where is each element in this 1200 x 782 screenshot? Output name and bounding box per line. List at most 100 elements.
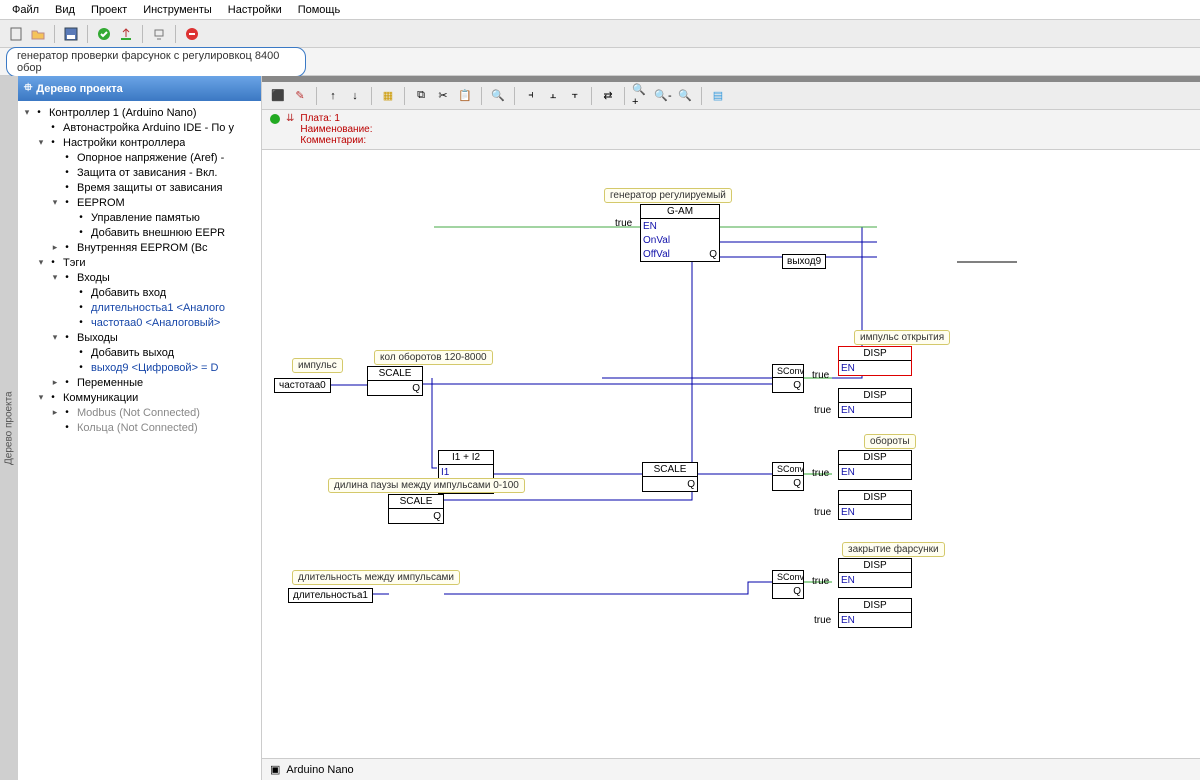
footer-tab[interactable]: Arduino Nano bbox=[286, 764, 353, 776]
tree-item[interactable]: ▾•Выходы bbox=[20, 330, 259, 345]
menu-settings[interactable]: Настройки bbox=[220, 4, 290, 16]
menu-help[interactable]: Помощь bbox=[290, 4, 349, 16]
search-canvas-icon[interactable]: 🔍 bbox=[488, 86, 508, 106]
arrow-down-icon[interactable]: ↓ bbox=[345, 86, 365, 106]
tree-item[interactable]: •Кольца (Not Connected) bbox=[20, 420, 259, 435]
canvas-toolbar: ⬛ ✎ ↑ ↓ ▦ ⧉ ✂ 📋 🔍 ⫞ ⫠ ⫟ ⇄ 🔍+ 🔍- 🔍 ▤ bbox=[262, 82, 1200, 110]
canvas-tool-2[interactable]: ✎ bbox=[290, 86, 310, 106]
note-rpm: кол оборотов 120-8000 bbox=[374, 350, 493, 365]
board-icon: ▣ bbox=[270, 763, 280, 776]
true-label: true bbox=[814, 615, 831, 626]
info-comment: Комментарии: bbox=[300, 135, 372, 146]
menu-tools[interactable]: Инструменты bbox=[135, 4, 220, 16]
grid-icon[interactable]: ▦ bbox=[378, 86, 398, 106]
check-icon[interactable] bbox=[94, 24, 114, 44]
canvas-tool-1[interactable]: ⬛ bbox=[268, 86, 288, 106]
tree-item[interactable]: •Время защиты от зависания bbox=[20, 180, 259, 195]
tree-title: Дерево проекта bbox=[36, 83, 123, 95]
block-gam[interactable]: G-AM EN OnVal OffValQ bbox=[640, 204, 720, 262]
canvas-tool-last[interactable]: ▤ bbox=[708, 86, 728, 106]
copy-icon[interactable]: ⧉ bbox=[411, 86, 431, 106]
block-sconv-3[interactable]: SConvQ bbox=[772, 570, 804, 599]
true-label: true bbox=[812, 576, 829, 587]
search-input[interactable]: генератор проверки фарсунок с регулировк… bbox=[6, 47, 306, 77]
true-label: true bbox=[812, 370, 829, 381]
menu-view[interactable]: Вид bbox=[47, 4, 83, 16]
block-disp-close-2[interactable]: DISPEN bbox=[838, 598, 912, 628]
menu-project[interactable]: Проект bbox=[83, 4, 135, 16]
note-rpm-out: обороты bbox=[864, 434, 916, 449]
info-plate: Плата: 1 bbox=[300, 113, 372, 124]
tree-item[interactable]: •Управление памятью bbox=[20, 210, 259, 225]
tree-item[interactable]: ▾•EEPROM bbox=[20, 195, 259, 210]
note-duration: длительность между импульсами bbox=[292, 570, 460, 585]
block-disp-rpm-2[interactable]: DISPEN bbox=[838, 490, 912, 520]
block-scale-1[interactable]: SCALE Q bbox=[367, 366, 423, 396]
upload-icon[interactable] bbox=[116, 24, 136, 44]
true-label: true bbox=[814, 507, 831, 518]
tree-item[interactable]: •Опорное напряжение (Aref) - bbox=[20, 150, 259, 165]
project-tree[interactable]: ▾•Контроллер 1 (Arduino Nano)•Автонастро… bbox=[18, 101, 261, 439]
paste-icon[interactable]: 📋 bbox=[455, 86, 475, 106]
diagram-canvas[interactable]: генератор регулируемый G-AM EN OnVal Off… bbox=[262, 150, 1200, 758]
tree-item[interactable]: ▾•Контроллер 1 (Arduino Nano) bbox=[20, 105, 259, 120]
menu-bar: Файл Вид Проект Инструменты Настройки По… bbox=[0, 0, 1200, 20]
block-scale-3[interactable]: SCALE Q bbox=[642, 462, 698, 492]
block-scale-2[interactable]: SCALE Q bbox=[388, 494, 444, 524]
project-tree-header: ⯐ Дерево проекта bbox=[18, 76, 261, 101]
block-disp-rpm-1[interactable]: DISPEN bbox=[838, 450, 912, 480]
zoom-fit-icon[interactable]: 🔍 bbox=[675, 86, 695, 106]
search-row: генератор проверки фарсунок с регулировк… bbox=[0, 48, 1200, 76]
cut-icon[interactable]: ✂ bbox=[433, 86, 453, 106]
true-label: true bbox=[615, 218, 632, 229]
sidebar-handle[interactable]: Дерево проекта bbox=[0, 76, 18, 780]
status-dot-icon bbox=[270, 114, 280, 124]
tree-item[interactable]: •Автонастройка Arduino IDE - По у bbox=[20, 120, 259, 135]
stop-icon[interactable] bbox=[182, 24, 202, 44]
tree-item[interactable]: •Добавить внешнюю EEPR bbox=[20, 225, 259, 240]
link-icon[interactable]: ⇄ bbox=[598, 86, 618, 106]
tree-item[interactable]: •Добавить вход bbox=[20, 285, 259, 300]
block-disp-close-1[interactable]: DISPEN bbox=[838, 558, 912, 588]
block-sconv-2[interactable]: SConvQ bbox=[772, 462, 804, 491]
block-disp-open-1[interactable]: DISPEN bbox=[838, 346, 912, 376]
zoom-out-icon[interactable]: 🔍- bbox=[653, 86, 673, 106]
align-right-icon[interactable]: ⫟ bbox=[565, 86, 585, 106]
align-left-icon[interactable]: ⫞ bbox=[521, 86, 541, 106]
tree-item[interactable]: ▸•Внутренняя EEPROM (Вс bbox=[20, 240, 259, 255]
main-toolbar bbox=[0, 20, 1200, 48]
true-label: true bbox=[814, 405, 831, 416]
menu-file[interactable]: Файл bbox=[4, 4, 47, 16]
tree-item[interactable]: ▾•Тэги bbox=[20, 255, 259, 270]
tag-duration[interactable]: длительностьа1 bbox=[288, 588, 373, 603]
tree-item[interactable]: ▾•Настройки контроллера bbox=[20, 135, 259, 150]
align-center-icon[interactable]: ⫠ bbox=[543, 86, 563, 106]
new-icon[interactable] bbox=[6, 24, 26, 44]
project-tree-panel: ⯐ Дерево проекта ▾•Контроллер 1 (Arduino… bbox=[18, 76, 262, 780]
tree-item[interactable]: •длительностьа1 <Аналого bbox=[20, 300, 259, 315]
note-pause: дилина паузы между импульсами 0-100 bbox=[328, 478, 525, 493]
info-bar: ⇊ Плата: 1 Наименование: Комментарии: bbox=[262, 110, 1200, 150]
tag-output9[interactable]: выход9 bbox=[782, 254, 826, 269]
note-close: закрытие фарсунки bbox=[842, 542, 945, 557]
note-open: импульс открытия bbox=[854, 330, 950, 345]
tree-item[interactable]: •Добавить выход bbox=[20, 345, 259, 360]
tag-freq[interactable]: частотаа0 bbox=[274, 378, 331, 393]
save-icon[interactable] bbox=[61, 24, 81, 44]
tree-item[interactable]: ▾•Коммуникации bbox=[20, 390, 259, 405]
tree-item[interactable]: ▾•Входы bbox=[20, 270, 259, 285]
pin-icon[interactable]: ⯐ bbox=[24, 79, 32, 98]
arrow-up-icon[interactable]: ↑ bbox=[323, 86, 343, 106]
open-icon[interactable] bbox=[28, 24, 48, 44]
monitor-icon[interactable] bbox=[149, 24, 169, 44]
tree-item[interactable]: •Защита от зависания - Вкл. bbox=[20, 165, 259, 180]
tree-item[interactable]: •выход9 <Цифровой> = D bbox=[20, 360, 259, 375]
zoom-in-icon[interactable]: 🔍+ bbox=[631, 86, 651, 106]
tree-item[interactable]: ▸•Переменные bbox=[20, 375, 259, 390]
note-generator: генератор регулируемый bbox=[604, 188, 732, 203]
block-disp-open-2[interactable]: DISPEN bbox=[838, 388, 912, 418]
tree-item[interactable]: ▸•Modbus (Not Connected) bbox=[20, 405, 259, 420]
tree-item[interactable]: •частотаа0 <Аналоговый> bbox=[20, 315, 259, 330]
block-sconv-1[interactable]: SConvQ bbox=[772, 364, 804, 393]
footer-tab-bar: ▣ Arduino Nano bbox=[262, 758, 1200, 780]
